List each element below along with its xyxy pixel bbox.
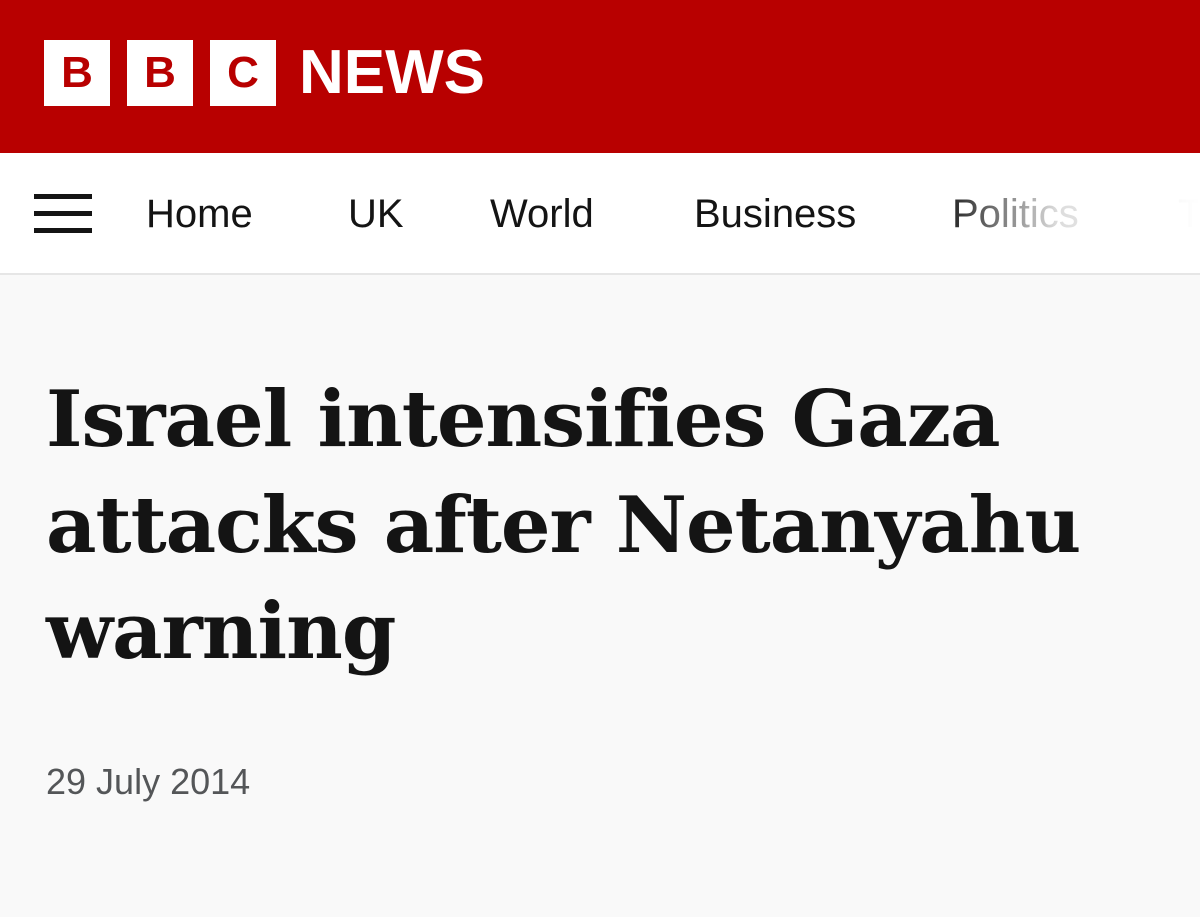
masthead: B B C NEWS [0, 0, 1200, 153]
logo-block-c: C [210, 40, 276, 106]
hamburger-menu-icon[interactable] [34, 194, 92, 234]
article-headline: Israel intensifies Gaza attacks after Ne… [46, 374, 1081, 677]
nav-item-home[interactable]: Home [146, 188, 253, 240]
article-date: 29 July 2014 [46, 761, 251, 802]
nav-item-politics[interactable]: Politics [952, 188, 1079, 240]
bbc-news-logo[interactable]: B B C NEWS [44, 40, 485, 106]
nav-item-world[interactable]: World [490, 188, 594, 240]
main-navigation: Home UK World Business Politics T [0, 153, 1200, 275]
nav-item-truncated[interactable]: T [1178, 188, 1200, 240]
logo-news-wordmark: NEWS [299, 38, 485, 107]
nav-item-business[interactable]: Business [694, 188, 856, 240]
logo-block-b1: B [44, 40, 110, 106]
logo-block-b2: B [127, 40, 193, 106]
nav-item-uk[interactable]: UK [348, 188, 404, 240]
